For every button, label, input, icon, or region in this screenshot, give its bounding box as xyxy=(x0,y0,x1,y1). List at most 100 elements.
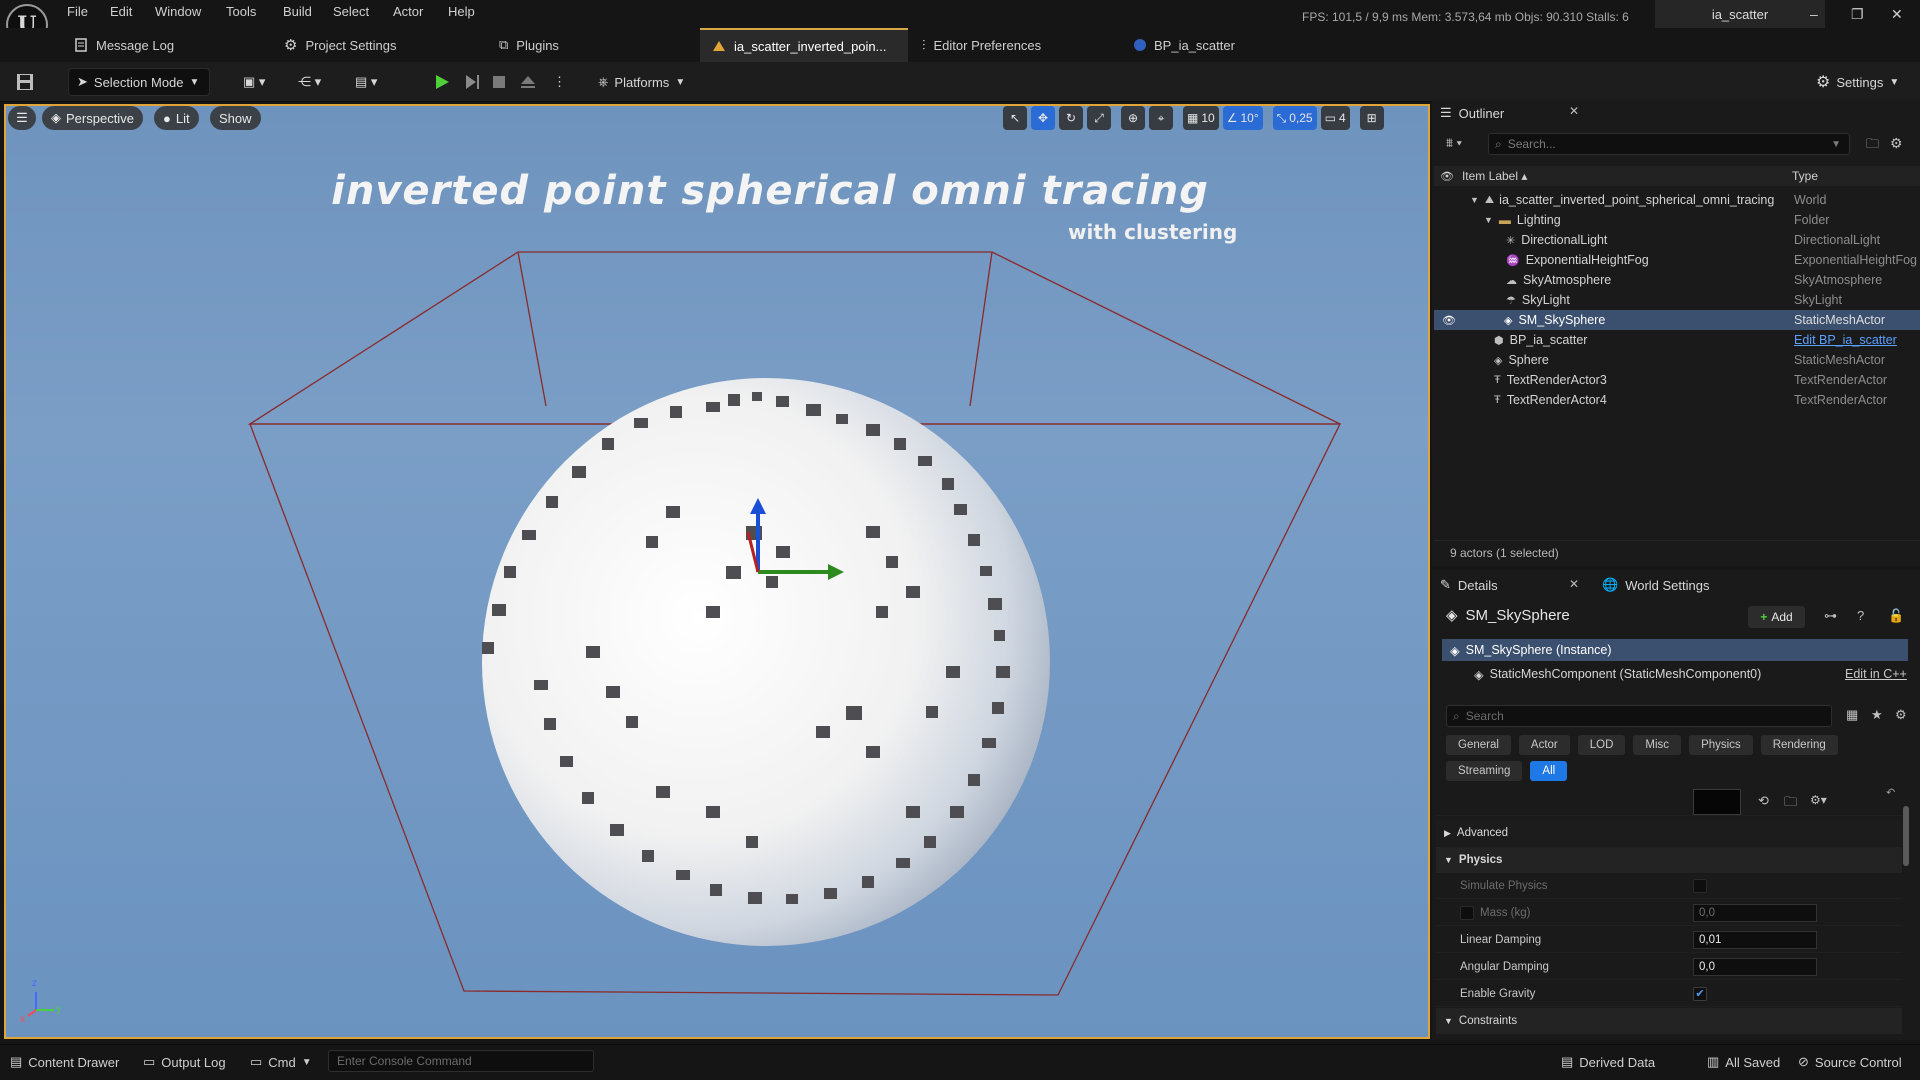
lock-button[interactable]: 🔓 xyxy=(1888,608,1904,624)
level-viewport[interactable]: z y x xyxy=(4,104,1430,1039)
menu-window[interactable]: Window xyxy=(155,4,201,19)
cmd-dropdown[interactable]: ▭ Cmd ▼ xyxy=(250,1052,312,1072)
column-item-label[interactable]: Item Label ▴ xyxy=(1462,169,1527,183)
section-constraints[interactable]: ▼ Constraints xyxy=(1436,1008,1902,1034)
outliner-row-sky-atmosphere[interactable]: ☁ SkyAtmosphere SkyAtmosphere xyxy=(1436,270,1920,290)
filter-rendering[interactable]: Rendering xyxy=(1760,735,1838,755)
source-control-button[interactable]: ⊘ Source Control xyxy=(1798,1052,1902,1072)
content-drawer-button[interactable]: ▤ Content Drawer xyxy=(10,1052,119,1072)
tab-editor-preferences[interactable]: ⫶ Editor Preferences xyxy=(910,28,1120,62)
close-icon[interactable]: ✕ xyxy=(1569,577,1579,591)
scale-snap-button[interactable]: ⤡ 0,25 xyxy=(1272,106,1317,130)
mass-override-checkbox[interactable] xyxy=(1460,905,1474,920)
blueprints-button[interactable]: ⋲ ▾ xyxy=(298,68,321,96)
cinematics-button[interactable]: ▤ ▾ xyxy=(355,68,377,96)
help-button[interactable]: ? xyxy=(1857,608,1864,623)
outliner-tab[interactable]: ☰ Outliner xyxy=(1440,100,1590,126)
derived-data-button[interactable]: ▤ Derived Data xyxy=(1561,1052,1655,1072)
outliner-row-bp-ia-scatter[interactable]: ⬢ BP_ia_scatter Edit BP_ia_scatter xyxy=(1436,330,1920,350)
filter-streaming[interactable]: Streaming xyxy=(1446,761,1523,781)
rotate-tool[interactable]: ↻ xyxy=(1059,106,1083,130)
reset-arrow-icon[interactable]: ⟲ xyxy=(1758,793,1769,809)
step-button[interactable] xyxy=(463,68,481,96)
play-options-button[interactable]: ⋮ xyxy=(553,68,566,96)
material-thumbnail[interactable] xyxy=(1693,789,1741,815)
tab-project-settings[interactable]: ⚙ Project Settings xyxy=(272,28,482,62)
outliner-row-world[interactable]: ▼ ⛰ ia_scatter_inverted_point_spherical_… xyxy=(1436,190,1920,210)
minimize-button[interactable]: – xyxy=(1810,6,1818,22)
platforms-dropdown[interactable]: ⎈ Platforms ▼ xyxy=(598,68,685,96)
browse-asset-icon[interactable]: 🗀 xyxy=(1784,793,1797,815)
menu-actor[interactable]: Actor xyxy=(393,4,423,19)
viewport-menu-button[interactable]: ☰ xyxy=(8,106,36,130)
camera-speed-button[interactable]: ▭ 4 xyxy=(1320,106,1350,130)
edit-cpp-link[interactable]: Edit in C++ xyxy=(1845,667,1907,681)
settings-dropdown[interactable]: ⚙ Settings ▼ xyxy=(1816,68,1899,96)
favorites-button[interactable]: ★ xyxy=(1871,707,1883,723)
mass-input[interactable]: 0,0 xyxy=(1693,903,1817,922)
tab-plugins[interactable]: ⧉ Plugins xyxy=(487,28,697,62)
surface-snap-toggle[interactable]: ⌖ xyxy=(1149,106,1173,130)
filter-actor[interactable]: Actor xyxy=(1518,735,1570,755)
filter-all[interactable]: All xyxy=(1530,761,1568,781)
edit-blueprint-link[interactable]: Edit BP_ia_scatter xyxy=(1794,333,1897,347)
tab-level-editor[interactable]: ia_scatter_inverted_poin... xyxy=(700,28,908,62)
world-settings-tab[interactable]: 🌐 World Settings xyxy=(1602,572,1752,598)
lit-dropdown[interactable]: ● Lit xyxy=(154,106,199,130)
visibility-eye-icon[interactable]: 👁 xyxy=(1442,314,1456,327)
outliner-row-textrender4[interactable]: Ŧ TextRenderActor4 TextRenderActor xyxy=(1436,390,1920,410)
scale-tool[interactable]: ⤢ xyxy=(1087,106,1111,130)
details-tab[interactable]: ✎ Details xyxy=(1440,572,1590,598)
actor-name[interactable]: SM_SkySphere xyxy=(1466,607,1570,624)
menu-build[interactable]: Build xyxy=(283,4,312,19)
close-button[interactable]: ✕ xyxy=(1891,6,1903,23)
tab-blueprint[interactable]: BP_ia_scatter xyxy=(1122,28,1332,62)
eye-icon[interactable]: 👁 xyxy=(1440,170,1454,183)
add-folder-button[interactable]: 🗀 xyxy=(1866,135,1879,157)
console-command-input[interactable]: Enter Console Command xyxy=(328,1050,594,1072)
close-icon[interactable]: ✕ xyxy=(1569,104,1579,118)
property-matrix-button[interactable]: ▦ xyxy=(1846,707,1858,723)
select-tool[interactable]: ↖ xyxy=(1003,106,1027,130)
outliner-search-input[interactable]: ⌕ Search... ▼ xyxy=(1488,133,1850,155)
details-scrollbar[interactable] xyxy=(1903,806,1909,866)
column-type[interactable]: Type xyxy=(1792,169,1818,183)
menu-help[interactable]: Help xyxy=(448,4,475,19)
enable-gravity-checkbox[interactable]: ✔ xyxy=(1693,986,1707,1001)
outliner-row-textrender3[interactable]: Ŧ TextRenderActor3 TextRenderActor xyxy=(1436,370,1920,390)
add-component-button[interactable]: + Add xyxy=(1748,606,1805,628)
show-dropdown[interactable]: Show xyxy=(210,106,261,130)
details-settings-button[interactable]: ⚙ xyxy=(1895,707,1907,723)
outliner-row-directional-light[interactable]: ✳ DirectionalLight DirectionalLight xyxy=(1436,230,1920,250)
output-log-button[interactable]: ▭ Output Log xyxy=(143,1052,226,1072)
save-button[interactable] xyxy=(16,68,38,96)
maximize-viewport-button[interactable]: ⊞ xyxy=(1359,106,1384,130)
translate-tool[interactable]: ✥ xyxy=(1031,106,1055,130)
filter-general[interactable]: General xyxy=(1446,735,1511,755)
eject-button[interactable] xyxy=(519,68,537,96)
component-row-static-mesh[interactable]: ◈ StaticMeshComponent (StaticMeshCompone… xyxy=(1442,663,1908,685)
selection-mode-dropdown[interactable]: ➤ Selection Mode ▼ xyxy=(68,68,210,96)
simulate-physics-checkbox[interactable] xyxy=(1693,878,1707,893)
menu-select[interactable]: Select xyxy=(333,4,369,19)
outliner-row-sphere[interactable]: ◈ Sphere StaticMeshActor xyxy=(1436,350,1920,370)
filter-physics[interactable]: Physics xyxy=(1689,735,1753,755)
linear-damping-input[interactable]: 0,01 xyxy=(1693,930,1817,949)
tab-message-log[interactable]: Message Log xyxy=(62,28,272,62)
component-row-instance[interactable]: ◈ SM_SkySphere (Instance) xyxy=(1442,639,1908,661)
perspective-dropdown[interactable]: ◈ Perspective xyxy=(42,106,143,130)
filter-misc[interactable]: Misc xyxy=(1633,735,1682,755)
menu-file[interactable]: File xyxy=(67,4,88,19)
menu-edit[interactable]: Edit xyxy=(110,4,132,19)
outliner-row-folder[interactable]: ▼ ▬ Lighting Folder xyxy=(1436,210,1920,230)
outliner-row-skylight[interactable]: ☂ SkyLight SkyLight xyxy=(1436,290,1920,310)
world-space-toggle[interactable]: ⊕ xyxy=(1121,106,1145,130)
details-search-input[interactable]: ⌕ Search xyxy=(1446,705,1832,727)
grid-snap-button[interactable]: ▦ 10 xyxy=(1183,106,1219,130)
menu-tools[interactable]: Tools xyxy=(226,4,256,19)
all-saved-button[interactable]: ▥ All Saved xyxy=(1707,1052,1780,1072)
material-options-icon[interactable]: ⚙▾ xyxy=(1810,793,1827,807)
outliner-settings-button[interactable]: ⚙ xyxy=(1890,135,1903,152)
outliner-row-sm-skysphere[interactable]: 👁 ◈ SM_SkySphere StaticMeshActor xyxy=(1434,310,1920,330)
outliner-row-height-fog[interactable]: ♒ ExponentialHeightFog ExponentialHeight… xyxy=(1436,250,1920,270)
